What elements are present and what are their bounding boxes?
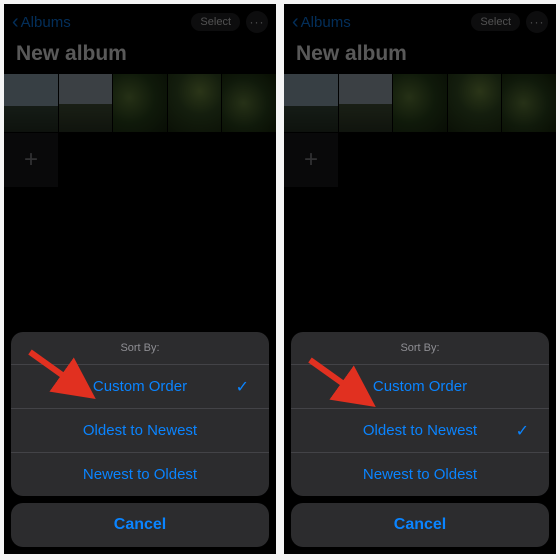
photo-thumbnail[interactable] (284, 74, 338, 132)
thumbnail-row (4, 74, 276, 132)
photo-thumbnail[interactable] (113, 74, 167, 132)
add-photo-button[interactable]: + (4, 133, 58, 187)
photo-thumbnail[interactable] (339, 74, 393, 132)
chevron-left-icon: ‹ (292, 11, 299, 34)
chevron-left-icon: ‹ (12, 11, 19, 34)
phone-right: ‹ Albums Select ··· New album + (284, 4, 556, 554)
photo-thumbnail[interactable] (168, 74, 222, 132)
annotation-arrow (304, 354, 394, 414)
checkmark-icon: ✓ (516, 421, 529, 441)
thumbnail-row (284, 74, 556, 132)
sort-option-oldest-to-newest[interactable]: Oldest to Newest ✓ (291, 409, 549, 453)
more-button[interactable]: ··· (526, 11, 548, 33)
sort-option-newest-to-oldest[interactable]: Newest to Oldest (11, 453, 269, 496)
album-title: New album (284, 40, 556, 74)
add-photo-button[interactable]: + (284, 133, 338, 187)
album-title: New album (4, 40, 276, 74)
back-button[interactable]: ‹ Albums (12, 11, 71, 34)
option-label: Oldest to Newest (83, 422, 197, 439)
option-label: Newest to Oldest (363, 466, 477, 483)
option-label: Newest to Oldest (83, 466, 197, 483)
back-label: Albums (301, 14, 351, 31)
photo-thumbnail[interactable] (59, 74, 113, 132)
photo-thumbnail[interactable] (393, 74, 447, 132)
plus-icon: + (304, 146, 318, 174)
sort-option-oldest-to-newest[interactable]: Oldest to Newest (11, 409, 269, 453)
photo-thumbnail[interactable] (4, 74, 58, 132)
plus-icon: + (24, 146, 38, 174)
dimmed-content: ‹ Albums Select ··· New album + (284, 4, 556, 187)
photo-thumbnail[interactable] (222, 74, 276, 132)
ellipsis-icon: ··· (250, 15, 265, 29)
sort-option-newest-to-oldest[interactable]: Newest to Oldest (291, 453, 549, 496)
nav-right-group: Select ··· (471, 11, 548, 33)
back-button[interactable]: ‹ Albums (292, 11, 351, 34)
photo-thumbnail[interactable] (502, 74, 556, 132)
more-button[interactable]: ··· (246, 11, 268, 33)
checkmark-icon: ✓ (236, 377, 249, 397)
annotation-arrow (24, 346, 114, 406)
dimmed-content: ‹ Albums Select ··· New album + (4, 4, 276, 187)
back-label: Albums (21, 14, 71, 31)
cancel-button[interactable]: Cancel (291, 503, 549, 547)
option-label: Oldest to Newest (363, 422, 477, 439)
nav-bar: ‹ Albums Select ··· (284, 4, 556, 40)
select-button[interactable]: Select (191, 13, 240, 31)
nav-bar: ‹ Albums Select ··· (4, 4, 276, 40)
ellipsis-icon: ··· (530, 15, 545, 29)
photo-thumbnail[interactable] (448, 74, 502, 132)
cancel-button[interactable]: Cancel (11, 503, 269, 547)
nav-right-group: Select ··· (191, 11, 268, 33)
phone-left: ‹ Albums Select ··· New album + (4, 4, 276, 554)
select-button[interactable]: Select (471, 13, 520, 31)
